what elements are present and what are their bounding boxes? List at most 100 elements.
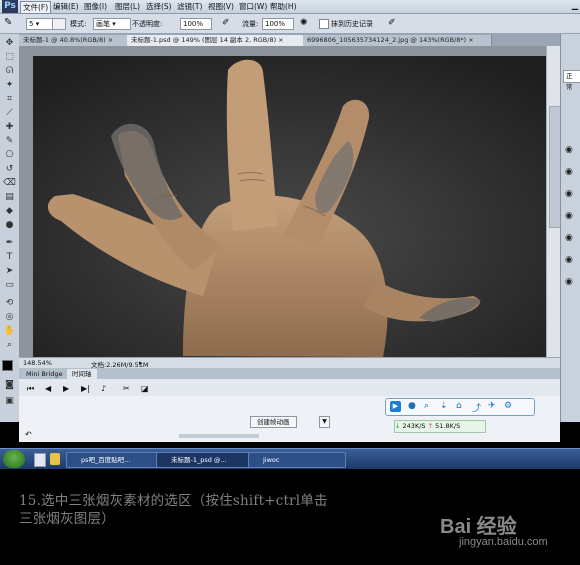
taskbar-item-photoshop[interactable]: 未标题-1_psd @... bbox=[156, 452, 260, 468]
flow-input[interactable]: 100% bbox=[262, 18, 294, 30]
vertical-scrollbar[interactable] bbox=[546, 46, 561, 357]
share-icon[interactable]: ⤴ bbox=[472, 401, 481, 414]
audio-icon[interactable]: ♪ bbox=[101, 384, 106, 393]
start-button[interactable] bbox=[3, 450, 25, 468]
layer-visibility-icon[interactable]: ◉ bbox=[565, 146, 577, 155]
menu-image[interactable]: 图像(I) bbox=[82, 1, 109, 12]
status-menu-icon[interactable]: ▸ bbox=[139, 359, 143, 367]
upload-arrow-icon: ↑ bbox=[427, 422, 434, 430]
crop-tool-icon[interactable]: ⌗ bbox=[3, 94, 16, 105]
mode-value: 画笔 bbox=[96, 20, 110, 28]
back-icon[interactable]: ↶ bbox=[25, 430, 32, 439]
layer-visibility-icon[interactable]: ◉ bbox=[565, 256, 577, 265]
create-frame-animation-button[interactable]: 创建帧动画 bbox=[250, 416, 297, 428]
3d-camera-tool-icon[interactable]: ◎ bbox=[3, 312, 16, 323]
search-icon[interactable]: ⌕ bbox=[424, 401, 429, 411]
show-desktop-icon[interactable] bbox=[34, 453, 46, 467]
tab-mini-bridge[interactable]: Mini Bridge bbox=[21, 369, 68, 379]
mode-select[interactable]: 画笔 ▾ bbox=[93, 18, 131, 30]
menu-window[interactable]: 窗口(W) bbox=[237, 1, 269, 12]
download-speed: 243K/S bbox=[402, 422, 426, 430]
plane-icon[interactable]: ✈ bbox=[488, 401, 496, 411]
clone-stamp-tool-icon[interactable]: ⎔ bbox=[3, 150, 16, 161]
menu-help[interactable]: 帮助(H) bbox=[268, 1, 299, 12]
hand-image[interactable] bbox=[33, 56, 548, 357]
layer-visibility-icon[interactable]: ◉ bbox=[565, 212, 577, 221]
blend-mode-select[interactable]: 正常 bbox=[563, 70, 580, 91]
zoom-level[interactable]: 148.54% bbox=[23, 359, 52, 367]
chevron-down-icon[interactable]: ▼ bbox=[319, 416, 330, 428]
tutorial-caption: 15.选中三张烟灰素材的选区（按住shift+ctrl单击 三张烟灰图层） bbox=[19, 492, 489, 528]
eraser-icon[interactable]: ⌫ bbox=[3, 178, 16, 189]
brush-size-value: 5 bbox=[29, 20, 34, 28]
path-select-tool-icon[interactable]: ➤ bbox=[3, 266, 16, 277]
hand-photo bbox=[33, 56, 548, 357]
history-brush-tool-icon[interactable]: ↺ bbox=[3, 164, 16, 175]
eraser-tool-icon[interactable]: ✎ bbox=[4, 17, 18, 29]
opacity-input[interactable]: 100% bbox=[180, 18, 212, 30]
layer-visibility-icon[interactable]: ◉ bbox=[565, 190, 577, 199]
opacity-label: 不透明度: bbox=[132, 20, 163, 28]
layer-visibility-icon[interactable]: ◉ bbox=[565, 168, 577, 177]
options-bar: ✎ 5 ▾ 模式: 画笔 ▾ 不透明度: 100% ✐ 流量: 100% ✺ 抹… bbox=[0, 14, 580, 34]
menu-edit[interactable]: 编辑(E) bbox=[51, 1, 81, 12]
taskbar-item-jiwoc[interactable]: jiwoc bbox=[248, 452, 346, 468]
screen-icon[interactable]: ▶ bbox=[390, 401, 401, 412]
pressure-size-icon[interactable]: ✐ bbox=[388, 18, 396, 28]
timeline-scroll[interactable] bbox=[179, 434, 259, 438]
layer-visibility-icon[interactable]: ◉ bbox=[565, 278, 577, 287]
tab-jpg-143[interactable]: 6996806_105635734124_2.jpg @ 143%(RGB/8*… bbox=[303, 35, 492, 46]
gradient-tool-icon[interactable]: ▤ bbox=[3, 192, 16, 203]
foreground-color-swatch[interactable] bbox=[2, 360, 13, 371]
windows-taskbar: ps吧_百度贴吧... 未标题-1_psd @... jiwoc bbox=[0, 448, 580, 469]
healing-tool-icon[interactable]: ✚ bbox=[3, 122, 16, 133]
layer-visibility-icon[interactable]: ◉ bbox=[565, 234, 577, 243]
blur-tool-icon[interactable]: ◆ bbox=[3, 206, 16, 217]
prev-frame-icon[interactable]: ◀ bbox=[45, 384, 51, 393]
type-tool-icon[interactable]: T bbox=[3, 252, 16, 263]
brush-panel-icon[interactable] bbox=[52, 18, 66, 30]
menu-filter[interactable]: 滤镜(T) bbox=[175, 1, 204, 12]
tab-untitled-40[interactable]: 未标题-1 @ 40.8%(RGB/8) × bbox=[19, 35, 132, 46]
erase-history-checkbox[interactable] bbox=[319, 19, 329, 29]
settings-icon[interactable]: ⚙ bbox=[504, 401, 512, 411]
brush-tool-icon[interactable]: ✎ bbox=[3, 136, 16, 147]
hand-tool-icon[interactable]: ✋ bbox=[3, 326, 16, 337]
pressure-opacity-icon[interactable]: ✐ bbox=[222, 18, 230, 28]
menu-select[interactable]: 选择(S) bbox=[144, 1, 174, 12]
menu-file[interactable]: 文件(F) bbox=[20, 1, 52, 14]
tools-panel: ✥ ⬚ ᘏ ✦ ⌗ ⟋ ✚ ✎ ⎔ ↺ ⌫ ▤ ◆ ● ✒ T ➤ ▭ ⟲ ◎ … bbox=[0, 34, 20, 422]
window-controls: ▁ bbox=[572, 1, 578, 10]
first-frame-icon[interactable]: ⏮ bbox=[27, 384, 34, 394]
user-icon[interactable]: ● bbox=[408, 401, 416, 411]
play-icon[interactable]: ▶ bbox=[63, 384, 69, 393]
explorer-icon[interactable] bbox=[50, 453, 60, 465]
lock-icon[interactable]: ⌂ bbox=[456, 401, 462, 411]
menu-layer[interactable]: 图层(L) bbox=[113, 1, 142, 12]
screen-mode-icon[interactable]: ▣ bbox=[3, 396, 16, 407]
transition-icon[interactable]: ◪ bbox=[141, 384, 149, 393]
3d-rotate-tool-icon[interactable]: ⟲ bbox=[3, 298, 16, 309]
marquee-tool-icon[interactable]: ⬚ bbox=[3, 52, 16, 63]
shape-tool-icon[interactable]: ▭ bbox=[3, 280, 16, 291]
minimize-icon[interactable]: ▁ bbox=[572, 1, 578, 10]
eyedropper-tool-icon[interactable]: ⟋ bbox=[3, 108, 16, 119]
airbrush-icon[interactable]: ✺ bbox=[300, 18, 308, 28]
next-frame-icon[interactable]: ▶| bbox=[81, 384, 90, 393]
network-speed: ↓ 243K/S ↑ 51.8K/S bbox=[394, 420, 486, 433]
quick-select-tool-icon[interactable]: ✦ bbox=[3, 80, 16, 91]
download-icon[interactable]: ⇣ bbox=[440, 401, 448, 411]
brush-size-picker[interactable]: 5 ▾ bbox=[26, 18, 54, 30]
canvas-area[interactable] bbox=[19, 46, 548, 357]
taskbar-item-browser[interactable]: ps吧_百度贴吧... bbox=[66, 452, 166, 468]
quick-mask-icon[interactable]: ◙ bbox=[3, 380, 16, 391]
tab-timeline[interactable]: 时间轴 bbox=[67, 369, 97, 379]
tab-untitled-psd-149[interactable]: 未标题-1.psd @ 149% (图层 14 副本 2, RGB/8) × bbox=[127, 35, 308, 46]
zoom-tool-icon[interactable]: ⌕ bbox=[3, 340, 16, 351]
menu-view[interactable]: 视图(V) bbox=[206, 1, 236, 12]
pen-tool-icon[interactable]: ✒ bbox=[3, 238, 16, 249]
split-icon[interactable]: ✂ bbox=[123, 384, 130, 393]
move-tool-icon[interactable]: ✥ bbox=[3, 38, 16, 49]
lasso-tool-icon[interactable]: ᘏ bbox=[3, 66, 16, 77]
dodge-tool-icon[interactable]: ● bbox=[3, 220, 16, 231]
